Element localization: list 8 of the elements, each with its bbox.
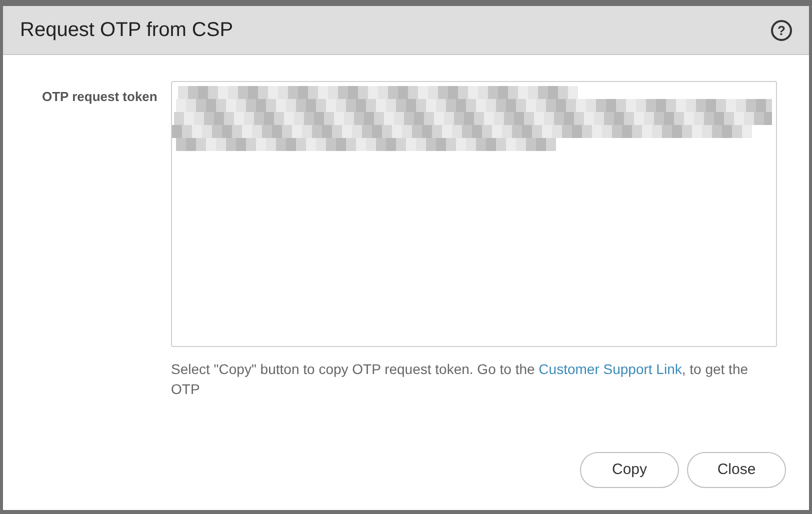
help-button[interactable]: ? — [771, 20, 792, 40]
hint-text: Select "Copy" button to copy OTP request token. Go to the Customer Support Link, to get the OTP — [171, 360, 750, 399]
close-button[interactable]: Close — [687, 452, 786, 488]
customer-support-link[interactable]: Customer Support Link — [538, 361, 682, 377]
dialog-title: Request OTP from CSP — [20, 18, 234, 43]
field-label: OTP request token — [42, 88, 158, 106]
copy-button[interactable]: Copy — [580, 452, 679, 488]
token-textarea[interactable] — [171, 81, 777, 347]
